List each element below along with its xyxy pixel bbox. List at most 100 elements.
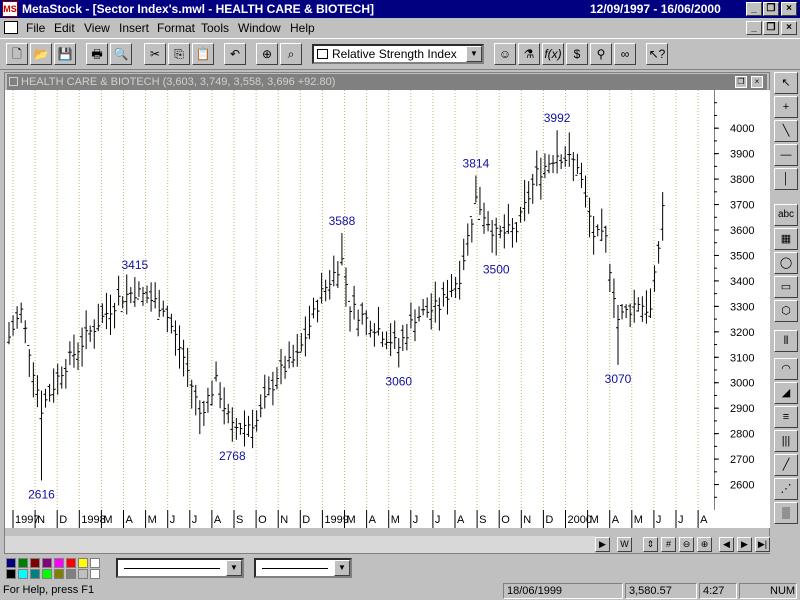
x-tick-label: D: [545, 514, 553, 526]
calendar-grid-icon[interactable]: ▦: [774, 228, 798, 250]
fan-icon[interactable]: ≡: [774, 406, 798, 428]
gann-fan-icon[interactable]: ⋰: [774, 478, 798, 500]
metastock-app-icon[interactable]: MS: [2, 1, 18, 17]
color-swatch[interactable]: [18, 558, 28, 568]
rectangle-icon[interactable]: ▭: [774, 276, 798, 298]
color-swatch[interactable]: [42, 569, 52, 579]
text-abc-icon[interactable]: abc: [774, 204, 798, 226]
dollar-icon[interactable]: $: [566, 43, 588, 65]
zoom-out-icon[interactable]: ⊖: [679, 537, 694, 552]
chart-titlebar[interactable]: HEALTH CARE & BIOTECH (3,603, 3,749, 3,5…: [7, 74, 767, 90]
color-swatch[interactable]: [54, 558, 64, 568]
color-swatch[interactable]: [90, 558, 100, 568]
updown-icon[interactable]: ⇕: [643, 537, 658, 552]
cycle-icon[interactable]: |||: [774, 430, 798, 452]
color-swatch[interactable]: [66, 569, 76, 579]
fib-retrace-icon[interactable]: ▒: [774, 502, 798, 524]
prev-icon[interactable]: ◀: [719, 537, 734, 552]
color-swatch[interactable]: [42, 558, 52, 568]
expert-advisor-icon[interactable]: ☺: [494, 43, 516, 65]
color-swatch[interactable]: [30, 569, 40, 579]
color-swatch[interactable]: [90, 569, 100, 579]
color-swatch[interactable]: [78, 569, 88, 579]
next-icon[interactable]: ▶: [737, 537, 752, 552]
explorer-icon[interactable]: ⚲: [590, 43, 612, 65]
chart-scrollbar[interactable]: ▶ W ⇕ # ⊖ ⊕ ◀ ▶ ▶|: [5, 536, 770, 553]
print-icon[interactable]: 🖶: [86, 43, 108, 65]
x-tick-label: N: [280, 514, 288, 526]
doc-close-button[interactable]: ×: [781, 21, 797, 35]
cut-icon[interactable]: ✂: [144, 43, 166, 65]
fibonacci-time-icon[interactable]: ⫴: [774, 330, 798, 352]
doc-restore-button[interactable]: ❐: [763, 21, 779, 35]
color-swatch[interactable]: [30, 558, 40, 568]
trendline-icon[interactable]: ╲: [774, 120, 798, 142]
color-swatch[interactable]: [6, 558, 16, 568]
polygon-icon[interactable]: ⬡: [774, 300, 798, 322]
color-swatch[interactable]: [78, 558, 88, 568]
x-tick-label: O: [258, 514, 267, 526]
menu-help[interactable]: Help: [290, 21, 315, 35]
crosshair-tool-icon[interactable]: +: [774, 96, 798, 118]
pointer-icon[interactable]: ↖: [774, 72, 798, 94]
speed-resistance-icon[interactable]: ◢: [774, 382, 798, 404]
zoom-in-icon[interactable]: ⊕: [697, 537, 712, 552]
close-button[interactable]: ×: [781, 2, 797, 16]
color-swatch[interactable]: [54, 569, 64, 579]
chart-restore-button[interactable]: ❐: [735, 76, 747, 88]
minimize-button[interactable]: _: [746, 2, 762, 16]
chevron-down-icon[interactable]: ▼: [334, 560, 350, 576]
restore-button[interactable]: ❐: [763, 2, 779, 16]
grid-icon[interactable]: #: [661, 537, 676, 552]
menu-window[interactable]: Window: [238, 21, 281, 35]
save-icon[interactable]: 💾: [54, 43, 76, 65]
doc-minimize-button[interactable]: _: [746, 21, 762, 35]
menu-insert[interactable]: Insert: [119, 21, 149, 35]
scroll-w-button[interactable]: W: [617, 537, 632, 552]
undo-icon[interactable]: ↶: [224, 43, 246, 65]
menu-file[interactable]: File: [26, 21, 45, 35]
paste-icon[interactable]: 📋: [192, 43, 214, 65]
scroll-left-icon[interactable]: ▶: [595, 537, 610, 552]
print-preview-icon[interactable]: 🔍: [110, 43, 132, 65]
formula-icon[interactable]: f(x): [542, 43, 564, 65]
line-weight-preview: [262, 568, 328, 569]
chart-window-icon: [9, 77, 18, 86]
system-tester-icon[interactable]: ⚗: [518, 43, 540, 65]
color-swatch[interactable]: [18, 569, 28, 579]
price-label: 2616: [28, 487, 55, 501]
copy-icon[interactable]: ⎘: [168, 43, 190, 65]
document-icon[interactable]: [4, 21, 18, 34]
open-icon[interactable]: 📂: [30, 43, 52, 65]
color-swatch[interactable]: [66, 558, 76, 568]
line-style-select[interactable]: ▼: [116, 558, 244, 578]
price-chart[interactable]: 2616 3415 2768 3588 3060 3814 3500 3992 3070: [5, 90, 714, 510]
crosshair-icon[interactable]: ⊕: [256, 43, 278, 65]
status-date: 18/06/1999: [503, 583, 623, 599]
menu-edit[interactable]: Edit: [54, 21, 75, 35]
context-help-icon[interactable]: ↖?: [646, 43, 668, 65]
price-label: 2768: [219, 449, 246, 463]
line-weight-select[interactable]: ▼: [254, 558, 352, 578]
binoculars-icon[interactable]: ∞: [614, 43, 636, 65]
vertical-line-icon[interactable]: │: [774, 168, 798, 190]
color-swatch[interactable]: [6, 569, 16, 579]
arc-icon[interactable]: ◠: [774, 358, 798, 380]
new-icon[interactable]: 🗋: [6, 43, 28, 65]
y-tick-label: 3700: [730, 200, 754, 212]
x-tick-label: J: [656, 514, 662, 526]
indicator-select[interactable]: Relative Strength Index ▼: [312, 44, 484, 64]
menu-tools[interactable]: Tools: [201, 21, 229, 35]
scroll-track[interactable]: [5, 536, 595, 553]
chevron-down-icon[interactable]: ▼: [226, 560, 242, 576]
menu-format[interactable]: Format: [157, 21, 195, 35]
chevron-down-icon[interactable]: ▼: [466, 46, 482, 62]
horizontal-line-icon[interactable]: —: [774, 144, 798, 166]
ellipse-icon[interactable]: ◯: [774, 252, 798, 274]
chart-close-button[interactable]: ×: [751, 76, 763, 88]
zoom-icon[interactable]: ⌕: [280, 43, 302, 65]
menu-view[interactable]: View: [84, 21, 110, 35]
regression-icon[interactable]: ╱: [774, 454, 798, 476]
end-icon[interactable]: ▶|: [755, 537, 770, 552]
window-titlebar[interactable]: MS MetaStock - [Sector Index's.mwl - HEA…: [0, 0, 800, 18]
